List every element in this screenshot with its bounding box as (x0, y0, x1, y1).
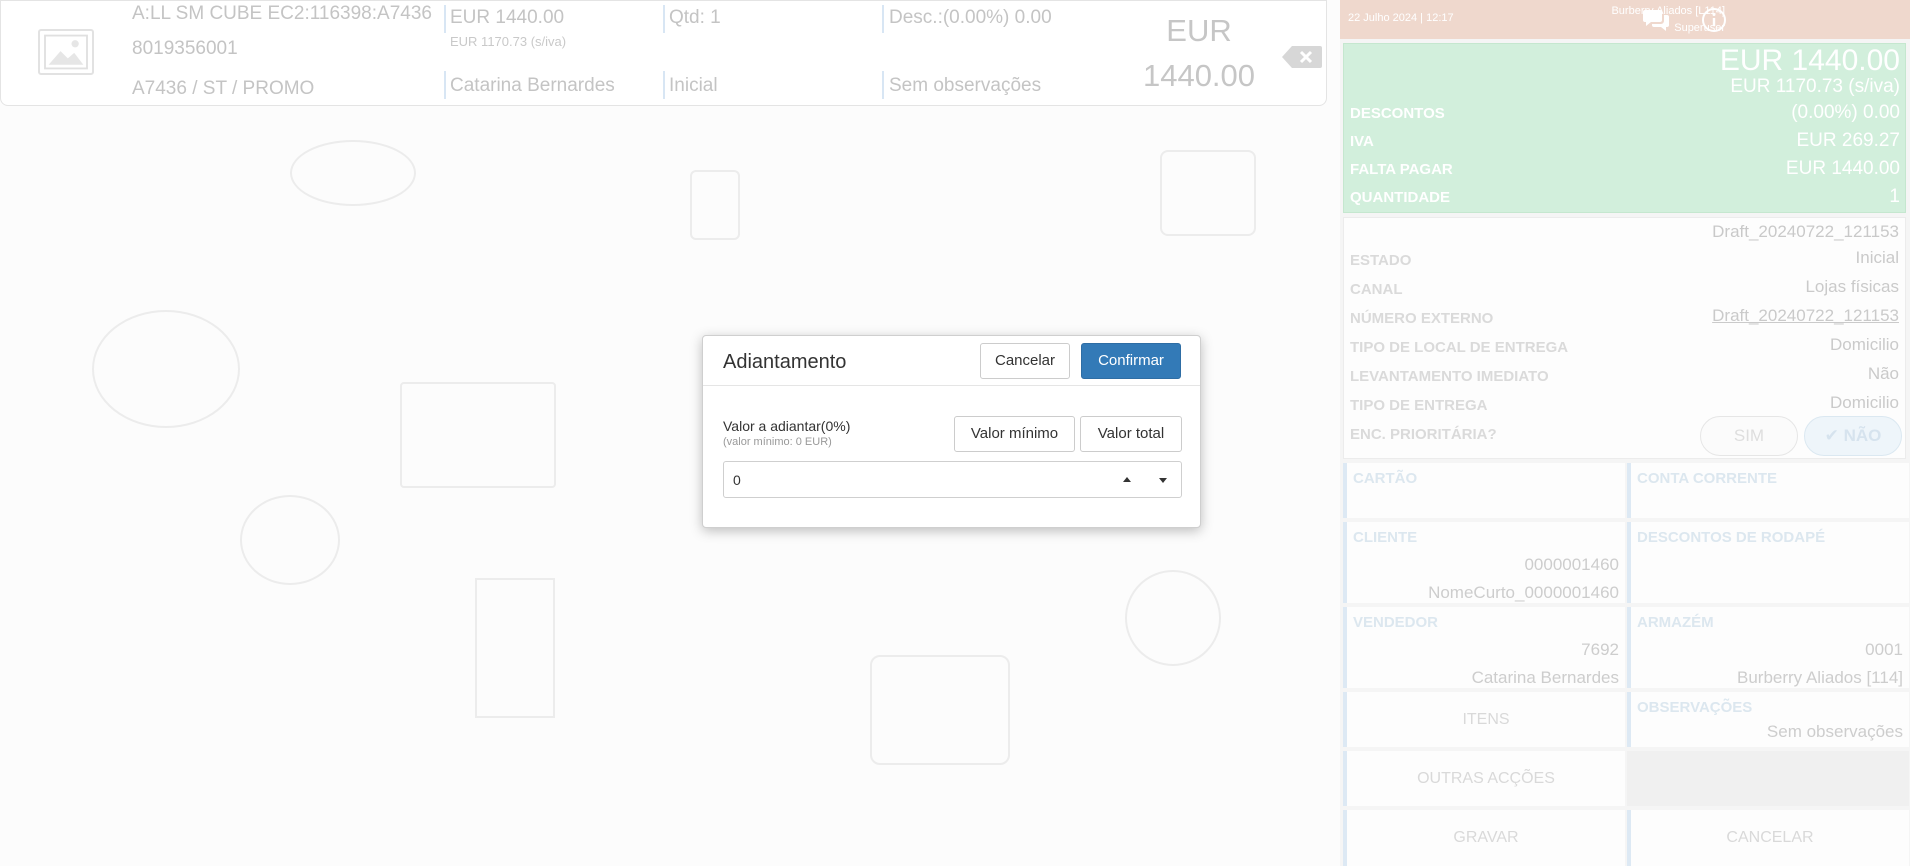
advance-value-label: Valor a adiantar(0%) (723, 418, 851, 434)
dialog-title: Adiantamento (723, 351, 847, 373)
advance-value-input[interactable]: 0 (723, 461, 1182, 498)
modal-backdrop: Adiantamento Cancelar Confirmar Valor a … (0, 0, 1910, 866)
input-value: 0 (733, 472, 741, 488)
cancel-button[interactable]: Cancelar (980, 343, 1070, 379)
confirm-button[interactable]: Confirmar (1081, 343, 1181, 379)
caret-up-icon[interactable] (1123, 477, 1131, 482)
min-value-button[interactable]: Valor mínimo (954, 416, 1075, 452)
total-value-button[interactable]: Valor total (1080, 416, 1182, 452)
advance-min-hint: (valor mínimo: 0 EUR) (723, 436, 832, 448)
caret-down-icon[interactable] (1159, 478, 1167, 483)
advance-payment-dialog: Adiantamento Cancelar Confirmar Valor a … (702, 335, 1201, 528)
divider (703, 385, 1200, 386)
